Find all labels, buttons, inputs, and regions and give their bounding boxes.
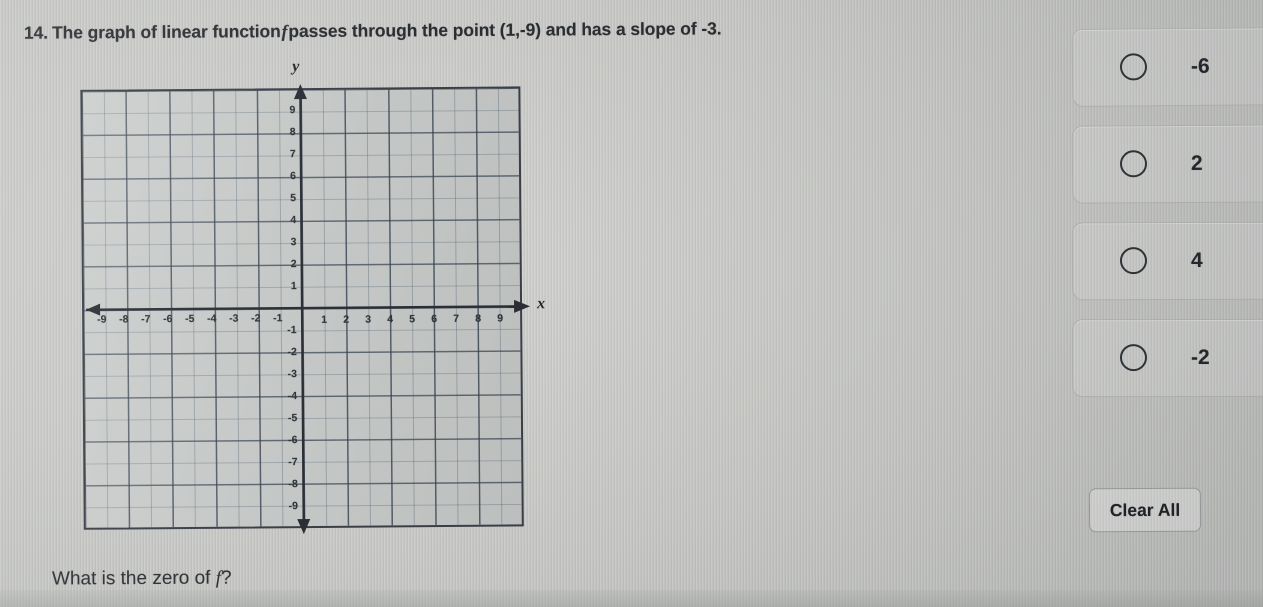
axis-tick-label: -2 [287, 346, 297, 359]
axis-tick-label: 7 [289, 148, 296, 161]
axis-tick-label: 5 [409, 313, 416, 326]
axis-tick-label: 9 [497, 312, 504, 325]
axis-tick-label: 1 [290, 280, 297, 293]
axis-tick-label: -1 [273, 312, 283, 325]
axis-tick-label: -3 [229, 312, 239, 325]
x-axis-label: x [536, 295, 546, 313]
axis-tick-label: -8 [119, 313, 129, 326]
axis-tick-label: 3 [290, 236, 297, 249]
axis-tick-label: 4 [387, 313, 394, 326]
answer-choice-label: 4 [1190, 248, 1203, 272]
axis-tick-label: -3 [287, 368, 297, 381]
axis-tick-label: 6 [289, 170, 296, 183]
axis-tick-label: -9 [97, 313, 107, 326]
axis-tick-label: 4 [290, 214, 297, 227]
axis-tick-label: 8 [475, 312, 482, 325]
bottom-prompt-after: ? [220, 567, 232, 589]
bottom-prompt-before: What is the zero of [51, 567, 211, 590]
clear-all-button[interactable]: Clear All [1088, 487, 1202, 533]
axis-tick-label: 8 [289, 126, 296, 139]
question-number: 14. [23, 22, 49, 43]
axis-tick-label: 2 [343, 313, 350, 326]
question-stem: 14. The graph of linear functionfpasses t… [24, 17, 904, 44]
radio-button-icon[interactable] [1119, 247, 1148, 275]
axis-tick-label: 5 [290, 192, 297, 205]
axis-tick-label: -2 [251, 312, 261, 325]
y-axis-label: y [292, 58, 300, 76]
answer-choice-list: -6 2 4 -2 [1071, 27, 1263, 416]
coordinate-graph: y x -9 -8 -7 -6 -5 -4 -3 -2 -1 1 2 3 4 5 6 7 8 9 9 8 7 6 5 4 3 2 1… [76, 56, 550, 540]
answer-choice-label: -6 [1190, 54, 1210, 78]
radio-button-icon[interactable] [1119, 53, 1148, 81]
answer-choice-label: 2 [1190, 151, 1203, 175]
axis-tick-label: -8 [288, 478, 298, 491]
axis-tick-label: -6 [288, 434, 298, 447]
axis-tick-label: 7 [453, 312, 460, 325]
answer-choice-label: -2 [1190, 345, 1210, 369]
radio-button-icon[interactable] [1119, 150, 1148, 178]
axis-tick-label: -6 [163, 313, 173, 326]
axis-tick-label: -7 [288, 456, 298, 469]
axis-tick-label: -1 [287, 324, 297, 337]
answer-choice-2[interactable]: 2 [1071, 124, 1263, 204]
axis-tick-label: 1 [321, 313, 328, 326]
axis-tick-label: -5 [287, 412, 298, 425]
radio-button-icon[interactable] [1119, 344, 1148, 372]
answer-choice-3[interactable]: 4 [1071, 221, 1263, 301]
axis-tick-label: 2 [290, 258, 297, 271]
question-text-after: passes through the point (1,-9) and has … [288, 18, 722, 42]
axis-tick-label: 3 [365, 313, 372, 326]
question-text-before: The graph of linear function [51, 21, 281, 43]
axis-tick-label: -4 [207, 312, 217, 325]
graph-axes [86, 84, 531, 535]
bottom-shadow-band [0, 590, 1263, 607]
axis-tick-label: 9 [289, 104, 296, 117]
axis-tick-label: -7 [141, 313, 151, 326]
bottom-question-prompt: What is the zero of f? [52, 568, 232, 591]
page-background: 14. The graph of linear functionfpasses t… [0, 0, 1263, 607]
axis-tick-label: -4 [287, 390, 298, 403]
axis-tick-label: 6 [431, 313, 438, 326]
answer-choice-4[interactable]: -2 [1071, 318, 1263, 398]
answer-choice-1[interactable]: -6 [1071, 27, 1263, 107]
axis-tick-label: -5 [185, 312, 195, 326]
axis-tick-label: -9 [288, 500, 299, 513]
